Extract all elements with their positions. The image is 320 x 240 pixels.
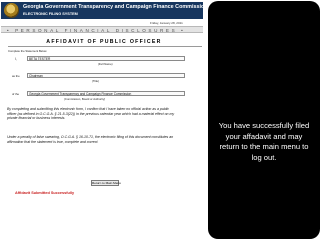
name-prefix: I, (15, 57, 17, 61)
callout-message: You have successfully filed your affadav… (218, 121, 310, 162)
penalty-paragraph: Under a penalty of false swearing, O.C.G… (7, 135, 174, 144)
date-line: Friday, January 28, 2011 (150, 21, 183, 25)
section-banner-text: • PERSONAL FINANCIAL DISCLOSURES • (7, 28, 186, 33)
section-banner: • PERSONAL FINANCIAL DISCLOSURES • (1, 26, 203, 33)
header-subtitle: ELECTRONIC FILING SYSTEM (23, 11, 78, 16)
title-field[interactable]: Chairman (27, 73, 185, 78)
agency-caption: (Commission, Board or Authority) (64, 97, 106, 101)
agency-prefix: of the (12, 92, 19, 96)
header-title: Georgia Government Transparency and Camp… (23, 4, 208, 10)
title-prefix: as the (12, 74, 20, 78)
state-seal-icon (4, 3, 19, 18)
agency-field[interactable]: Georgia Government Transparency and Camp… (27, 91, 185, 96)
full-name-value: BETA TESTER (29, 57, 51, 61)
affidavit-title: AFFIDAVIT OF PUBLIC OFFICER (46, 39, 162, 45)
screenshot-panel: Georgia Government Transparency and Camp… (0, 0, 208, 240)
title-value: Chairman (29, 74, 43, 78)
success-message: Affidavit Submitted Successfully (15, 191, 75, 195)
title-divider (8, 46, 202, 47)
full-name-field[interactable]: BETA TESTER (27, 56, 185, 61)
title-caption: (Title) (92, 79, 100, 83)
agency-value: Georgia Government Transparency and Camp… (29, 92, 132, 96)
complete-statement-label: Complete the Statement Below (8, 49, 47, 53)
return-to-main-menu-button[interactable]: Return to Main Menu (91, 180, 121, 186)
full-name-caption: (Full Name) (98, 62, 113, 66)
confirmation-paragraph: By completing and submitting this electr… (7, 107, 175, 121)
instruction-callout: You have successfully filed your affadav… (208, 1, 320, 239)
app-header: Georgia Government Transparency and Camp… (1, 2, 208, 19)
